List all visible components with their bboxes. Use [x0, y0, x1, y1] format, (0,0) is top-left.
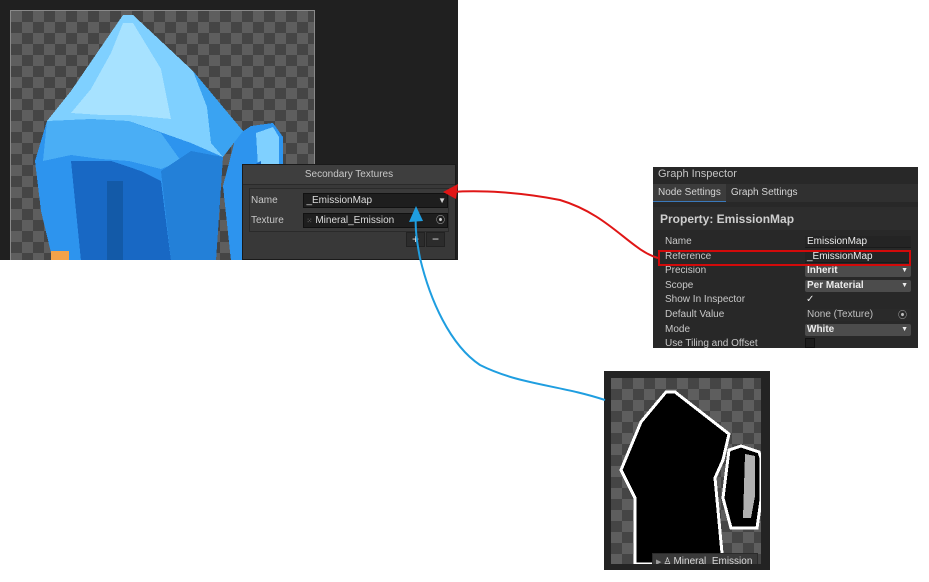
scope-label: Scope [665, 279, 694, 291]
chevron-down-icon: ▼ [901, 325, 908, 333]
emission-label-text: Mineral_Emission [673, 556, 753, 564]
precision-dropdown[interactable]: Inherit ▼ [805, 265, 911, 278]
list-buttons: + − [405, 232, 445, 247]
remove-button[interactable]: − [426, 232, 445, 247]
use-tiling-label: Use Tiling and Offset [665, 338, 758, 348]
emission-texture-label: ▶ ♙ Mineral_Emission [652, 553, 759, 564]
object-picker-icon[interactable]: ⦿ [436, 214, 445, 227]
emission-preview-canvas: ▶ ♙ Mineral_Emission [611, 378, 761, 564]
chevron-down-icon: ▼ [901, 281, 908, 289]
mode-dropdown[interactable]: White ▼ [805, 323, 911, 336]
tab-node-settings[interactable]: Node Settings [653, 184, 726, 202]
emission-preview-node: ▶ ♙ Mineral_Emission [604, 371, 770, 570]
sprite-editor-panel: Secondary Textures Name _EmissionMap ▼ T… [0, 0, 458, 260]
row-show-in-inspector: Show In Inspector ✓ [653, 293, 918, 308]
row-name: Name EmissionMap [653, 235, 918, 250]
precision-value: Inherit [807, 265, 838, 277]
name-label: Name [251, 195, 278, 206]
dropdown-arrow-icon[interactable]: ▼ [438, 194, 446, 207]
tab-graph-settings[interactable]: Graph Settings [726, 184, 803, 202]
scope-dropdown[interactable]: Per Material ▼ [805, 279, 911, 292]
mode-value: White [807, 323, 835, 335]
inspector-tabs: Node Settings Graph Settings [653, 184, 918, 202]
name-dropdown[interactable]: _EmissionMap ▼ [303, 193, 448, 208]
secondary-texture-entry: Name _EmissionMap ▼ Texture ⁙ Mineral_Emi… [249, 188, 449, 232]
texture-label: Texture [251, 215, 284, 226]
name-field[interactable]: EmissionMap [805, 236, 911, 248]
property-title: Property: EmissionMap [653, 207, 918, 230]
name-row: Name _EmissionMap ▼ [250, 192, 448, 209]
default-value-label: Default Value [665, 308, 725, 320]
row-scope: Scope Per Material ▼ [653, 279, 918, 294]
chevron-down-icon: ▼ [901, 267, 908, 275]
default-value-field[interactable]: None (Texture) ⦿ [805, 308, 911, 321]
use-tiling-checkbox[interactable] [805, 338, 815, 348]
scope-value: Per Material [807, 279, 864, 291]
row-precision: Precision Inherit ▼ [653, 264, 918, 279]
name-value: _EmissionMap [306, 195, 373, 206]
name-label: Name [665, 236, 692, 247]
texture-slot-icon: ♙ [663, 556, 672, 564]
texture-object-field[interactable]: ⁙ Mineral_Emission ⦿ [303, 213, 448, 228]
secondary-textures-panel: Secondary Textures Name _EmissionMap ▼ T… [242, 164, 456, 260]
row-default-value: Default Value None (Texture) ⦿ [653, 308, 918, 323]
play-icon[interactable]: ▶ [656, 559, 661, 564]
reference-highlight-box [658, 250, 911, 266]
secondary-textures-title: Secondary Textures [243, 165, 455, 185]
default-value-text: None (Texture) [807, 308, 874, 320]
row-use-tiling: Use Tiling and Offset [653, 337, 918, 348]
show-in-inspector-checkbox[interactable]: ✓ [805, 294, 911, 306]
mode-label: Mode [665, 323, 691, 335]
emission-silhouette [619, 390, 761, 564]
precision-label: Precision [665, 265, 707, 277]
add-button[interactable]: + [406, 232, 425, 247]
graph-inspector-title: Graph Inspector [658, 168, 737, 180]
object-picker-icon[interactable]: ⦿ [898, 309, 907, 321]
red-arrow [451, 190, 659, 259]
show-in-inspector-label: Show In Inspector [665, 294, 746, 306]
texture-value: Mineral_Emission [315, 215, 395, 226]
row-mode: Mode White ▼ [653, 323, 918, 338]
texture-icon: ⁙ [306, 218, 313, 225]
texture-row: Texture ⁙ Mineral_Emission ⦿ [250, 212, 448, 229]
